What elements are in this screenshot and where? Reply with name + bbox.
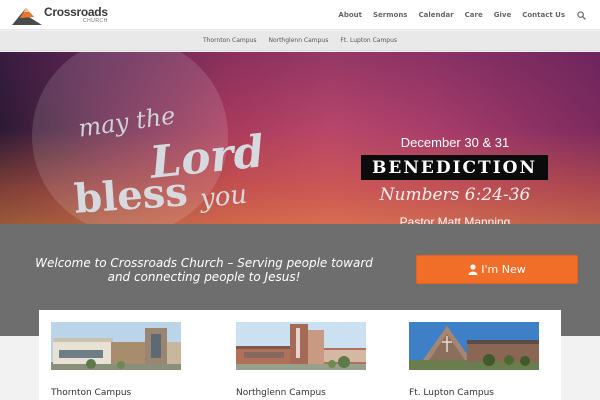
logo-wordmark: Crossroads bbox=[44, 5, 108, 19]
welcome-line-2: and connecting people to Jesus! bbox=[107, 270, 301, 284]
hero-verse: Numbers 6:24-36 bbox=[379, 185, 531, 205]
campus-name[interactable]: Thornton Campus bbox=[51, 388, 191, 398]
campus-subnav: Thornton Campus Northglenn Campus Ft. Lu… bbox=[0, 31, 600, 51]
campus-card-ft-lupton[interactable]: Ft. Lupton Campus bbox=[409, 322, 549, 398]
hero-script-you: you bbox=[198, 179, 249, 215]
im-new-label: I'm New bbox=[481, 263, 526, 276]
thornton-campus-photo[interactable] bbox=[51, 322, 181, 370]
site-logo[interactable]: Crossroads CHURCH bbox=[12, 4, 108, 26]
mountain-logo-icon bbox=[12, 8, 42, 25]
hero-slider[interactable]: may the Lord bless you December 30 & 31 … bbox=[0, 52, 600, 224]
main-nav: About Sermons Calendar Care Give Contact… bbox=[327, 0, 586, 30]
im-new-button[interactable]: I'm New bbox=[416, 255, 578, 284]
hero-script-bless: bless bbox=[72, 168, 190, 223]
nav-give[interactable]: Give bbox=[494, 11, 511, 19]
user-icon bbox=[468, 264, 478, 275]
subnav-northglenn-campus[interactable]: Northglenn Campus bbox=[268, 37, 328, 44]
nav-contact-us[interactable]: Contact Us bbox=[522, 11, 565, 19]
campus-panel: Thornton Campus Northglenn Campus Ft. Lu… bbox=[39, 310, 561, 400]
campus-name[interactable]: Northglenn Campus bbox=[236, 388, 376, 398]
nav-care[interactable]: Care bbox=[465, 11, 483, 19]
logo-subtitle: CHURCH bbox=[83, 18, 108, 24]
campus-card-thornton[interactable]: Thornton Campus bbox=[51, 322, 191, 398]
nav-about[interactable]: About bbox=[338, 11, 362, 19]
hero-pastor: Pastor Matt Manning bbox=[399, 215, 511, 224]
ft-lupton-campus-photo[interactable] bbox=[409, 322, 539, 370]
site-header: Crossroads CHURCH About Sermons Calendar… bbox=[0, 0, 600, 30]
welcome-line-1: Welcome to Crossroads Church – Serving p… bbox=[35, 256, 373, 270]
hero-title-banner: BENEDICTION bbox=[361, 155, 548, 180]
nav-calendar[interactable]: Calendar bbox=[418, 11, 453, 19]
subnav-ft-lupton-campus[interactable]: Ft. Lupton Campus bbox=[340, 37, 397, 44]
campus-name[interactable]: Ft. Lupton Campus bbox=[409, 388, 549, 398]
subnav-thornton-campus[interactable]: Thornton Campus bbox=[203, 37, 256, 44]
campus-card-northglenn[interactable]: Northglenn Campus bbox=[236, 322, 376, 398]
welcome-message: Welcome to Crossroads Church – Serving p… bbox=[24, 256, 384, 284]
hero-date: December 30 & 31 bbox=[400, 135, 510, 150]
search-icon[interactable] bbox=[577, 10, 586, 20]
northglenn-campus-photo[interactable] bbox=[236, 322, 366, 370]
nav-sermons[interactable]: Sermons bbox=[373, 11, 408, 19]
